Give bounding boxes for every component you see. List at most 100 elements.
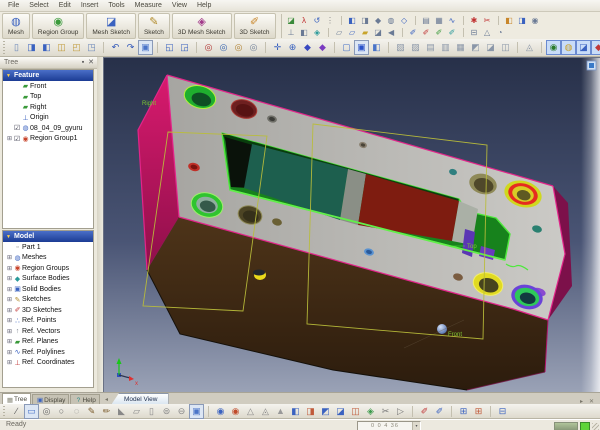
toolbar-icon[interactable]: ◰ [69, 40, 84, 55]
toolbar-icon[interactable]: | [459, 26, 468, 39]
toolbar-icon[interactable]: ▷ [393, 404, 408, 419]
tree-item[interactable]: ⊞ ☑ ◉ Region Group1 [3, 134, 93, 145]
toolbar-icon[interactable]: ✐ [417, 404, 432, 419]
tree-item[interactable]: ☑ ◍ 08_04_09_gyuru [3, 123, 93, 134]
toolbar-icon[interactable]: ◩ [468, 40, 483, 55]
toolbar-icon[interactable]: | [324, 26, 333, 39]
toolbar-icon[interactable]: | [411, 14, 420, 27]
expand-toggle[interactable]: ⊞ [6, 265, 13, 272]
tree-item[interactable]: ⊞ ✐ 3D Sketches [3, 305, 93, 316]
big-toolbar-button[interactable]: ◪ Mesh Sketch [86, 13, 136, 39]
toolbar-icon[interactable]: ⊞ [471, 404, 486, 419]
toolbar-icon[interactable]: ◔ [494, 26, 507, 39]
toolbar-icon[interactable]: ◪ [483, 40, 498, 55]
tree-item[interactable]: ⊞ ↑ Ref. Vectors [3, 326, 93, 337]
big-toolbar-button[interactable]: ✎ Sketch [138, 13, 170, 39]
expand-toggle[interactable]: ⊞ [6, 349, 13, 356]
toolbar-icon[interactable]: ⊟ [495, 404, 510, 419]
menu-item[interactable]: Tools [103, 0, 129, 11]
toolbar-icon[interactable]: ◈ [311, 26, 324, 39]
item-checkbox[interactable]: ☑ [13, 124, 21, 132]
toolbar-icon[interactable]: ▤ [423, 40, 438, 55]
toolbar-icon[interactable]: | [204, 404, 213, 419]
coordinate-dropdown-button[interactable]: ▾ [412, 422, 420, 430]
toolbar-icon[interactable]: ⊥ [285, 26, 298, 39]
menu-item[interactable]: File [3, 0, 24, 11]
toolbar-icon[interactable]: ⊜ [159, 404, 174, 419]
toolbar-icon[interactable]: ◫ [498, 40, 513, 55]
expand-toggle[interactable]: ⊞ [6, 135, 13, 142]
toolbar-icon[interactable]: ◉ [213, 404, 228, 419]
toolbar-icon[interactable]: | [153, 40, 162, 55]
menu-item[interactable]: Select [24, 0, 53, 11]
toolbar-icon[interactable]: ⊕ [285, 40, 300, 55]
toolbar-icon[interactable]: ◬ [258, 404, 273, 419]
toolbar-icon[interactable]: ◆ [315, 40, 330, 55]
toolbar-icon[interactable]: | [486, 404, 495, 419]
toolbar-icon[interactable]: ▯ [9, 40, 24, 55]
toolbar-icon[interactable]: | [513, 40, 522, 55]
toolbar-icon[interactable]: ▣ [138, 40, 153, 55]
toolbar-icon[interactable]: ◈ [363, 404, 378, 419]
toolbar-drag-handle[interactable] [2, 40, 7, 55]
toolbar-icon[interactable]: ◳ [84, 40, 99, 55]
tree-item[interactable]: ⊞ ✎ Sketches [3, 295, 93, 306]
tree-item[interactable]: ⊞ ▰ Ref. Planes [3, 337, 93, 348]
toolbar-icon[interactable]: ◌ [69, 404, 84, 419]
toolbar-icon[interactable]: ◩ [318, 404, 333, 419]
toolbar-icon[interactable]: ◀ [385, 26, 398, 39]
expand-toggle[interactable]: ⊞ [6, 296, 13, 303]
toolbar-icon[interactable]: ✐ [446, 26, 459, 39]
toolbar-icon[interactable]: | [494, 14, 503, 27]
big-toolbar-button[interactable]: ◍ Mesh [2, 13, 30, 39]
toolbar-icon[interactable]: ▥ [438, 40, 453, 55]
toolbar-icon[interactable]: ◫ [348, 404, 363, 419]
toolbar-icon[interactable]: ◧ [39, 40, 54, 55]
menu-item[interactable]: Insert [76, 0, 104, 11]
tree-item[interactable]: ▫ Part 1 [3, 242, 93, 253]
toolbar-icon[interactable]: ◪ [333, 404, 348, 419]
toolbar-icon[interactable]: ◎ [39, 404, 54, 419]
toolbar-icon[interactable]: ◬ [522, 40, 537, 55]
toolbar-icon[interactable]: ↷ [123, 40, 138, 55]
toolbar-drag-handle[interactable] [2, 405, 7, 417]
tree-item[interactable]: ⊞ ◆ Surface Bodies [3, 274, 93, 285]
toolbar-icon[interactable]: ◆ [591, 40, 600, 55]
toolbar-icon[interactable]: | [398, 26, 407, 39]
toolbar-icon[interactable]: | [192, 40, 201, 55]
toolbar-icon[interactable]: ▢ [339, 40, 354, 55]
toolbar-icon[interactable]: ◪ [576, 40, 591, 55]
toolbar-icon[interactable]: ○ [54, 404, 69, 419]
toolbar-icon[interactable]: ✐ [407, 26, 420, 39]
close-panel-button[interactable]: ✕ [87, 58, 95, 67]
toolbar-icon[interactable]: ▣ [354, 40, 369, 55]
expand-toggle[interactable]: ⊞ [6, 254, 13, 261]
toolbar-icon[interactable]: ◎ [231, 40, 246, 55]
menu-item[interactable]: Help [192, 0, 216, 11]
toolbar-icon[interactable]: ✂ [378, 404, 393, 419]
expand-toggle[interactable]: ⊞ [6, 286, 13, 293]
pin-button[interactable]: ▪ [79, 58, 87, 67]
toolbar-icon[interactable]: ▣ [189, 404, 204, 419]
viewport-corner-icon[interactable] [587, 61, 596, 70]
menu-item[interactable]: Edit [54, 0, 76, 11]
toolbar-icon[interactable]: ✐ [432, 404, 447, 419]
toolbar-icon[interactable]: ▰ [359, 26, 372, 39]
big-toolbar-button[interactable]: ◈ 3D Mesh Sketch [172, 13, 232, 39]
coordinate-box[interactable]: 0 0 4 36 ▾ [357, 421, 421, 430]
toolbar-icon[interactable]: ◎ [216, 40, 231, 55]
tree-item[interactable]: ▰ Right [3, 102, 93, 113]
menu-item[interactable]: Measure [130, 0, 167, 11]
tree-item[interactable]: ⊞ ◉ Region Groups [3, 263, 93, 274]
tree-item[interactable]: ▰ Front [3, 81, 93, 92]
tree-item[interactable]: ⊞ ∿ Ref. Polylines [3, 347, 93, 358]
toolbar-icon[interactable]: ◉ [546, 40, 561, 55]
toolbar-icon[interactable]: ⊞ [456, 404, 471, 419]
toolbar-icon[interactable]: ▱ [333, 26, 346, 39]
toolbar-icon[interactable]: ↶ [108, 40, 123, 55]
toolbar-icon[interactable]: ◲ [177, 40, 192, 55]
toolbar-icon[interactable]: ▱ [129, 404, 144, 419]
toolbar-icon[interactable]: | [408, 404, 417, 419]
resize-grip[interactable] [592, 423, 599, 430]
toolbar-icon[interactable]: ✏ [99, 404, 114, 419]
